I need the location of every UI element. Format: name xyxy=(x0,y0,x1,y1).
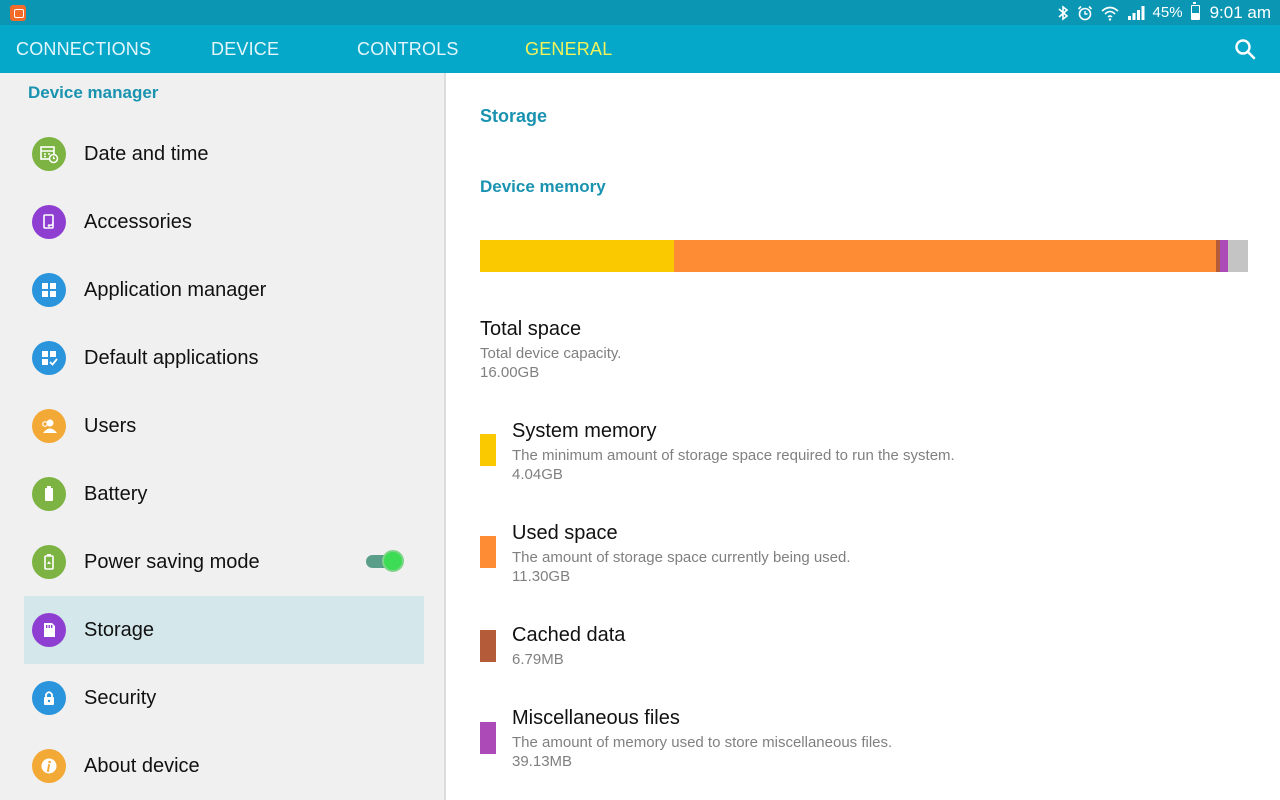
alarm-icon xyxy=(1077,5,1092,20)
entry-value: 6.79MB xyxy=(512,651,564,668)
sidebar-item-users[interactable]: Users xyxy=(24,392,424,460)
total-space-entry: Total space Total device capacity. 16.00… xyxy=(480,318,1240,381)
memory-bar-segment-miscellaneous-files xyxy=(1219,240,1228,272)
entry-value: 11.30GB xyxy=(512,568,571,585)
battery-status-icon xyxy=(1190,2,1200,20)
bluetooth-icon xyxy=(1058,4,1068,21)
section-header-device-manager: Device manager xyxy=(28,83,159,102)
battery-icon xyxy=(32,477,66,511)
status-icons: 45% 9:01 am xyxy=(1057,0,1271,25)
entry-name: System memory xyxy=(512,420,657,442)
sidebar-item-about-device[interactable]: About device xyxy=(24,732,424,800)
toggle-thumb xyxy=(382,550,404,572)
settings-sidebar: Device manager Date and time Accessories… xyxy=(0,73,446,800)
sidebar-item-default-applications[interactable]: Default applications xyxy=(24,324,424,392)
tab-connections[interactable]: CONNECTIONS xyxy=(16,25,151,73)
entry-name: Used space xyxy=(512,522,618,544)
device-memory-heading: Device memory xyxy=(480,177,606,196)
sidebar-item-application-manager[interactable]: Application manager xyxy=(24,256,424,324)
storage-panel: Storage Device memory Total space Total … xyxy=(448,73,1280,800)
sidebar-item-label: Accessories xyxy=(84,210,192,233)
sidebar-item-label: Default applications xyxy=(84,346,259,369)
page-title: Storage xyxy=(480,106,548,126)
storage-icon xyxy=(32,613,66,647)
cached-data-swatch xyxy=(480,630,496,662)
default-apps-icon xyxy=(32,341,66,375)
sidebar-item-storage[interactable]: Storage xyxy=(24,596,424,664)
sidebar-item-label: Date and time xyxy=(84,142,209,165)
power-saving-icon xyxy=(32,545,66,579)
entry-value: 39.13MB xyxy=(512,753,573,770)
entry-desc: The amount of memory used to store misce… xyxy=(512,734,893,751)
total-space-desc: Total device capacity. xyxy=(480,345,622,362)
calendar-clock-icon xyxy=(32,137,66,171)
battery-percent: 45% xyxy=(1152,4,1183,21)
entry-value: 4.04GB xyxy=(512,466,563,483)
total-space-name: Total space xyxy=(480,318,582,340)
clock: 9:01 am xyxy=(1209,2,1271,22)
sidebar-item-power-saving-mode[interactable]: Power saving mode xyxy=(24,528,424,596)
search-icon[interactable] xyxy=(1234,38,1256,60)
sidebar-item-label: Application manager xyxy=(84,278,267,301)
used-space-swatch xyxy=(480,536,496,568)
entry-desc: The amount of storage space currently be… xyxy=(512,549,851,566)
sidebar-item-date-and-time[interactable]: Date and time xyxy=(24,120,424,188)
sidebar-item-label: Storage xyxy=(84,618,155,641)
sidebar-item-accessories[interactable]: Accessories xyxy=(24,188,424,256)
lock-icon xyxy=(32,681,66,715)
sidebar-item-label: About device xyxy=(84,754,200,777)
sidebar-item-label: Security xyxy=(84,686,157,709)
memory-usage-bar xyxy=(480,240,1248,272)
wifi-icon xyxy=(1101,6,1119,21)
entry-name: Cached data xyxy=(512,624,626,646)
entry-desc: The minimum amount of storage space requ… xyxy=(512,447,955,464)
entry-name: Miscellaneous files xyxy=(512,707,680,729)
app-notification-icon xyxy=(10,5,26,21)
tab-controls[interactable]: CONTROLS xyxy=(357,25,459,73)
sidebar-item-label: Users xyxy=(84,414,137,437)
sidebar-item-battery[interactable]: Battery xyxy=(24,460,424,528)
power-saving-toggle[interactable] xyxy=(366,550,404,572)
tab-general[interactable]: GENERAL xyxy=(525,25,612,73)
status-bar: 45% 9:01 am xyxy=(0,0,1280,25)
sidebar-item-label: Battery xyxy=(84,482,148,505)
apps-grid-icon xyxy=(32,273,66,307)
system-memory-swatch xyxy=(480,434,496,466)
total-space-value: 16.00GB xyxy=(480,364,540,381)
memory-bar-segment-available xyxy=(1227,240,1248,272)
tab-device[interactable]: DEVICE xyxy=(211,25,279,73)
accessories-icon xyxy=(32,205,66,239)
sidebar-item-security[interactable]: Security xyxy=(24,664,424,732)
memory-bar-segment-system-memory xyxy=(480,240,674,272)
memory-bar-segment-used-space xyxy=(673,240,1217,272)
info-icon xyxy=(32,749,66,783)
users-icon xyxy=(32,409,66,443)
sidebar-item-label: Power saving mode xyxy=(84,550,260,573)
settings-tab-bar: CONNECTIONS DEVICE CONTROLS GENERAL xyxy=(0,25,1280,73)
signal-icon xyxy=(1127,5,1145,20)
misc-files-swatch xyxy=(480,722,496,754)
